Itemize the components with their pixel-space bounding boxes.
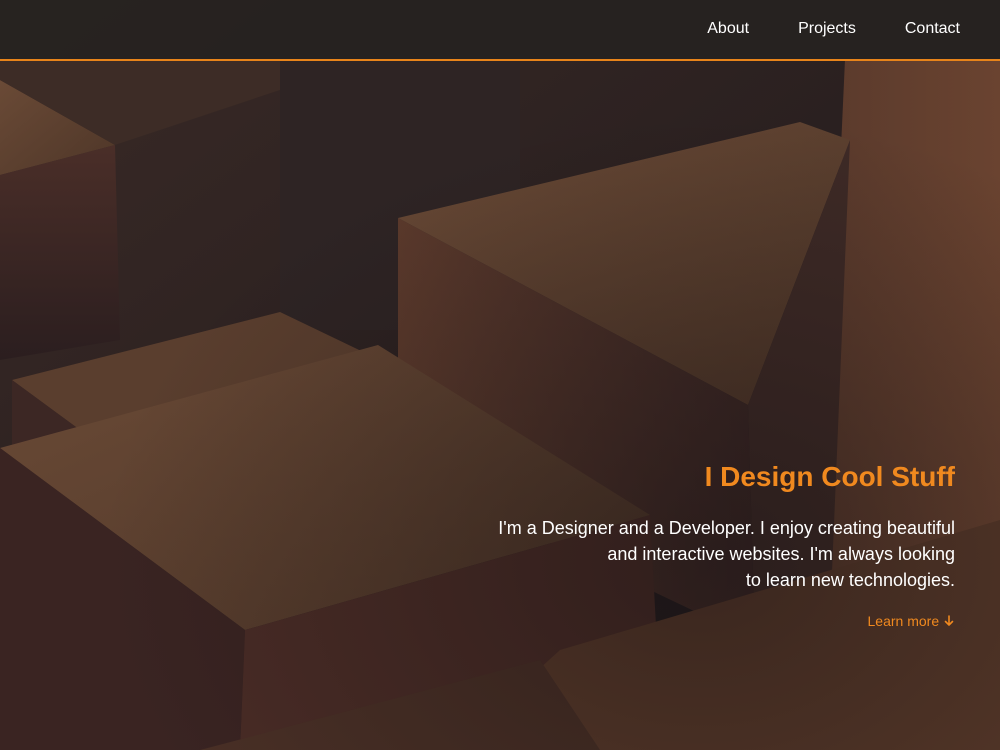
learn-more-label: Learn more (867, 613, 940, 629)
hero-title: I Design Cool Stuff (704, 461, 955, 492)
learn-more-link[interactable]: Learn more (868, 613, 955, 629)
nav-link-projects[interactable]: Projects (798, 19, 856, 39)
nav-link-contact[interactable]: Contact (905, 19, 960, 39)
hero-description-line-2: and interactive websites. I'm always loo… (607, 544, 955, 564)
background-3d-blocks-image (0, 0, 1000, 750)
hero-description: I'm a Designer and a Developer. I enjoy … (435, 515, 955, 593)
page: About Projects Contact I Design Cool Stu… (0, 0, 1000, 750)
hero-description-line-1: I'm a Designer and a Developer. I enjoy … (498, 518, 955, 538)
arrow-down-icon (944, 615, 954, 626)
top-navigation-bar: About Projects Contact (0, 0, 1000, 61)
hero-description-line-3: to learn new technologies. (745, 570, 955, 590)
hero-section: I Design Cool Stuff I'm a Designer and a… (435, 459, 955, 631)
nav-links: About Projects Contact (707, 19, 960, 39)
nav-link-about[interactable]: About (707, 19, 749, 39)
